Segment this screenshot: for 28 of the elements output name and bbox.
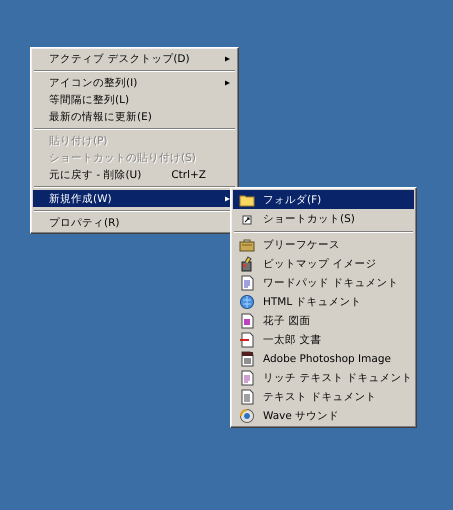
menu-item[interactable]: テキスト ドキュメント: [233, 387, 414, 406]
menu-item[interactable]: 花子 図面: [233, 311, 414, 330]
menu-item[interactable]: 等間隔に整列(L): [33, 91, 236, 108]
menu-item[interactable]: ショートカット(S): [233, 209, 414, 228]
briefcase-icon: [239, 236, 255, 252]
menu-item[interactable]: フォルダ(F): [233, 190, 414, 209]
menu-item[interactable]: アクティブ デスクトップ(D): [33, 50, 236, 67]
menu-item[interactable]: 一太郎 文書: [233, 330, 414, 349]
menu-item[interactable]: ワードパッド ドキュメント: [233, 273, 414, 292]
menu-item[interactable]: Wave サウンド: [233, 406, 414, 425]
menu-item[interactable]: アイコンの整列(I): [33, 74, 236, 91]
document-icon: [239, 274, 255, 290]
menu-item[interactable]: 最新の情報に更新(E): [33, 108, 236, 125]
document-icon: [239, 370, 255, 386]
menu-item[interactable]: リッチ テキスト ドキュメント: [233, 368, 414, 387]
speaker-disc-icon: [239, 408, 255, 424]
image-document-icon: [239, 350, 255, 366]
document-icon: [239, 332, 255, 348]
menu-item[interactable]: 元に戻す - 削除(U) Ctrl+Z: [33, 166, 236, 183]
menu-item[interactable]: ビットマップ イメージ: [233, 254, 414, 273]
drawing-document-icon: [239, 312, 255, 328]
menu-item[interactable]: Adobe Photoshop Image: [233, 349, 414, 368]
globe-icon: [239, 294, 255, 310]
menu-item[interactable]: HTML ドキュメント: [233, 292, 414, 311]
text-document-icon: [239, 388, 255, 404]
menu-item[interactable]: ブリーフケース: [233, 235, 414, 254]
submenu-arrow-icon: [225, 54, 230, 62]
submenu-arrow-icon: [225, 78, 230, 86]
